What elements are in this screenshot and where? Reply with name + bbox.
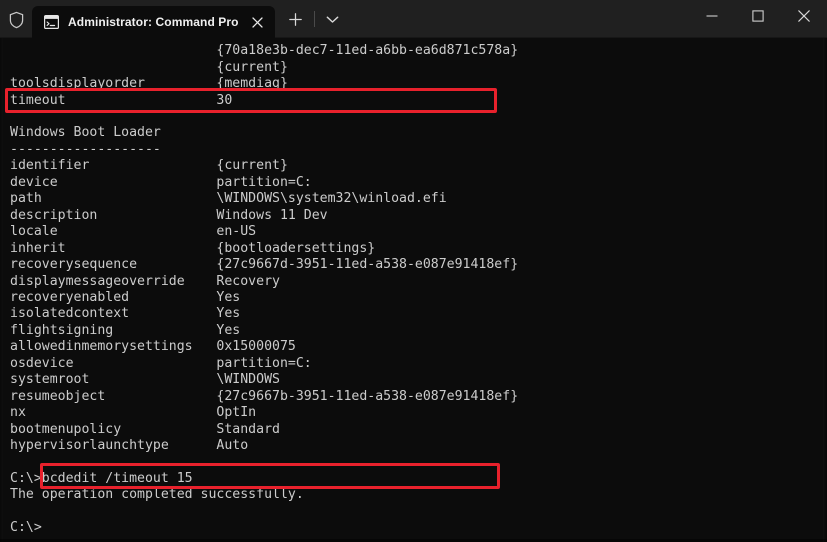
titlebar-drag-area (348, 0, 689, 37)
console-icon (43, 14, 59, 30)
minimize-button[interactable] (689, 0, 735, 32)
toolbar-divider (313, 11, 315, 27)
tab-title: Administrator: Command Pro (68, 15, 239, 29)
shield-icon (0, 0, 32, 37)
tab-administrator-command-prompt[interactable]: Administrator: Command Pro (32, 6, 275, 38)
window-controls[interactable] (689, 0, 827, 38)
tab-strip[interactable]: Administrator: Command Pro (32, 0, 275, 38)
terminal-text: {70a18e3b-dec7-11ed-a6bb-ea6d871c578a} {… (10, 43, 519, 536)
title-bar[interactable]: Administrator: Command Pro (0, 0, 827, 38)
tab-actions[interactable] (281, 0, 348, 38)
new-tab-button[interactable] (281, 6, 311, 32)
maximize-button[interactable] (735, 0, 781, 32)
chevron-down-icon[interactable] (318, 6, 348, 32)
terminal-window: Administrator: Command Pro {70a18e3b-dec… (0, 0, 827, 542)
terminal-output-area[interactable]: {70a18e3b-dec7-11ed-a6bb-ea6d871c578a} {… (0, 38, 827, 542)
close-window-button[interactable] (781, 0, 827, 32)
close-tab-button[interactable] (247, 11, 269, 33)
